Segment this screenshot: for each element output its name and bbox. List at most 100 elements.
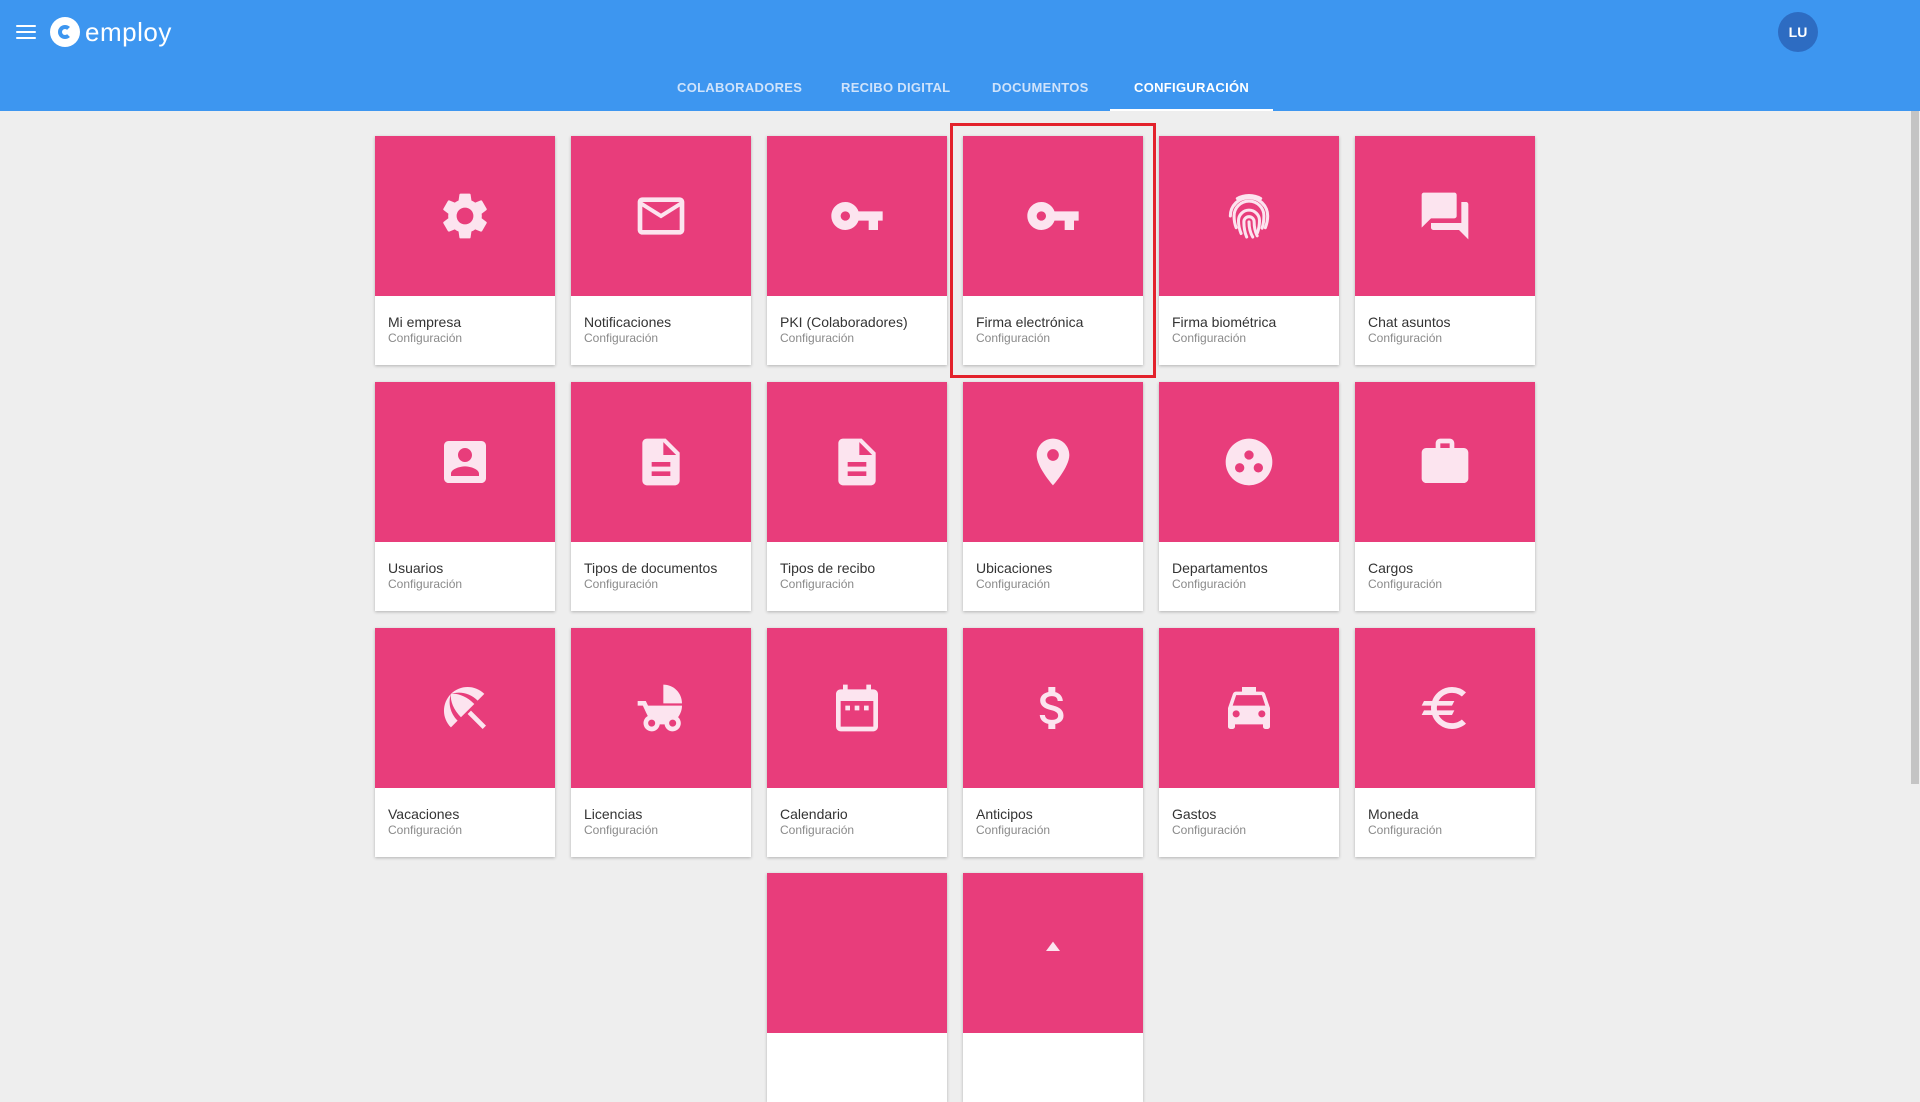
- card-subtitle: Configuración: [584, 577, 659, 591]
- config-card-licencias[interactable]: Licencias Configuración: [571, 628, 751, 857]
- config-card-mi-empresa[interactable]: Mi empresa Configuración: [375, 136, 555, 365]
- card-icon-area: [767, 382, 947, 542]
- card-icon-area: [571, 628, 751, 788]
- config-card-notificaciones[interactable]: Notificaciones Configuración: [571, 136, 751, 365]
- bubble-chart-icon: [1225, 438, 1273, 486]
- config-card-tipos-de-recibo[interactable]: Tipos de recibo Configuración: [767, 382, 947, 611]
- card-title: PKI (Colaboradores): [780, 314, 908, 330]
- config-card-cargos[interactable]: Cargos Configuración: [1355, 382, 1535, 611]
- scrollbar-thumb[interactable]: [1911, 111, 1919, 784]
- card-title: Licencias: [584, 806, 643, 822]
- euro-icon: [1421, 687, 1466, 729]
- card-subtitle: Configuración: [1172, 331, 1247, 345]
- config-grid: Mi empresa Configuración Notificaciones Con…: [375, 123, 1535, 857]
- card-icon-area: [767, 136, 947, 296]
- logo[interactable]: employ: [50, 14, 172, 50]
- card-icon-area: [571, 382, 751, 542]
- card-subtitle: Configuración: [976, 577, 1051, 591]
- card-subtitle: Configuración: [388, 577, 463, 591]
- card-icon-area: [963, 136, 1143, 296]
- card-subtitle: Configuración: [976, 331, 1051, 345]
- card-subtitle: Configuración: [584, 331, 659, 345]
- card-title: Firma biométrica: [1172, 314, 1277, 330]
- card-icon-area: [963, 628, 1143, 788]
- document-icon: [838, 438, 876, 486]
- card-icon-area: [1159, 136, 1339, 296]
- card-subtitle: Configuración: [388, 823, 463, 837]
- card-title: Moneda: [1368, 806, 1419, 822]
- card-icon-area: [375, 136, 555, 296]
- config-card-anticipos[interactable]: Anticipos Configuración: [963, 628, 1143, 857]
- tab-colaboradores[interactable]: COLABORADORES: [653, 64, 826, 111]
- card-title: Gastos: [1172, 806, 1217, 822]
- card-title: Calendario: [780, 806, 848, 822]
- card-subtitle: Configuración: [1368, 823, 1443, 837]
- config-card-partial[interactable]: [963, 873, 1143, 1102]
- location-pin-icon: [1036, 438, 1070, 486]
- card-title: Tipos de recibo: [780, 560, 876, 576]
- main-tabs: COLABORADORES RECIBO DIGITAL DOCUMENTOS …: [0, 64, 1920, 111]
- stroller-icon: [637, 684, 682, 732]
- config-card-pki-colaboradores[interactable]: PKI (Colaboradores) Configuración: [767, 136, 947, 365]
- taxi-icon: [1228, 687, 1270, 729]
- card-icon-area: [571, 136, 751, 296]
- card-title: Departamentos: [1172, 560, 1268, 576]
- gear-icon: [443, 193, 487, 239]
- fingerprint-icon: [1228, 193, 1270, 239]
- top-app-bar: employ LU COLABORADORES RECIBO DIGITAL D…: [0, 0, 1920, 111]
- config-card-firma-biometrica[interactable]: Firma biométrica Configuración: [1159, 136, 1339, 365]
- menu-icon[interactable]: [14, 20, 38, 44]
- key-icon: [831, 202, 883, 230]
- card-title: Tipos de documentos: [584, 560, 718, 576]
- card-title: Vacaciones: [388, 806, 460, 822]
- config-card-ubicaciones[interactable]: Ubicaciones Configuración: [963, 382, 1143, 611]
- card-icon-area: [963, 873, 1143, 1033]
- config-card-calendario[interactable]: Calendario Configuración: [767, 628, 947, 857]
- card-icon-area: [1355, 382, 1535, 542]
- card-subtitle: Configuración: [1172, 577, 1247, 591]
- beach-umbrella-icon: [444, 687, 486, 729]
- card-icon-area: [767, 628, 947, 788]
- card-title: Notificaciones: [584, 314, 672, 330]
- card-icon-area: [963, 382, 1143, 542]
- card-title: Chat asuntos: [1368, 314, 1451, 330]
- card-icon-area: [1355, 136, 1535, 296]
- card-title: Mi empresa: [388, 314, 462, 330]
- card-subtitle: Configuración: [1172, 823, 1247, 837]
- card-title: Firma electrónica: [976, 314, 1084, 330]
- card-subtitle: Configuración: [976, 823, 1051, 837]
- config-card-moneda[interactable]: Moneda Configuración: [1355, 628, 1535, 857]
- config-card-usuarios[interactable]: Usuarios Configuración: [375, 382, 555, 611]
- card-title: Anticipos: [976, 806, 1033, 822]
- document-icon: [642, 438, 680, 486]
- tab-recibo-digital[interactable]: RECIBO DIGITAL: [817, 64, 974, 111]
- key-icon: [1027, 202, 1079, 230]
- config-card-vacaciones[interactable]: Vacaciones Configuración: [375, 628, 555, 857]
- card-icon-area: [767, 873, 947, 1033]
- card-icon-area: [1159, 628, 1339, 788]
- logo-mark: [50, 17, 80, 47]
- card-subtitle: Configuración: [1368, 331, 1443, 345]
- card-subtitle: Configuración: [780, 823, 855, 837]
- card-title: Usuarios: [388, 560, 444, 576]
- config-card-partial[interactable]: [767, 873, 947, 1102]
- config-card-firma-electronica[interactable]: Firma electrónica Configuración: [950, 123, 1156, 378]
- tab-documentos[interactable]: DOCUMENTOS: [968, 64, 1113, 111]
- card-title: Ubicaciones: [976, 560, 1053, 576]
- briefcase-icon: [1421, 438, 1469, 483]
- card-icon-area: [375, 382, 555, 542]
- config-card-tipos-de-documentos[interactable]: Tipos de documentos Configuración: [571, 382, 751, 611]
- card-subtitle: Configuración: [780, 577, 855, 591]
- partial-icon: [1046, 941, 1060, 951]
- tab-configuracion[interactable]: CONFIGURACIÓN: [1110, 64, 1274, 111]
- card-subtitle: Configuración: [780, 331, 855, 345]
- dollar-icon: [1039, 687, 1064, 729]
- card-subtitle: Configuración: [1368, 577, 1443, 591]
- card-title: Cargos: [1368, 560, 1414, 576]
- card-subtitle: Configuración: [584, 823, 659, 837]
- config-card-gastos[interactable]: Gastos Configuración: [1159, 628, 1339, 857]
- chat-icon: [1421, 192, 1469, 240]
- user-avatar[interactable]: LU: [1778, 12, 1818, 52]
- config-card-chat-asuntos[interactable]: Chat asuntos Configuración: [1355, 136, 1535, 365]
- config-card-departamentos[interactable]: Departamentos Configuración: [1159, 382, 1339, 611]
